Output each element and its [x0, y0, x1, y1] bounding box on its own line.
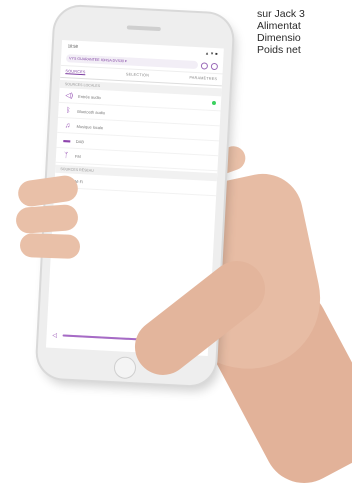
- radio-icon: ▬: [63, 136, 71, 145]
- settings-icon[interactable]: [210, 62, 219, 70]
- music-note-icon: ♫: [64, 121, 71, 130]
- volume-icon: ◁: [52, 332, 58, 339]
- source-label: Wi-Fi: [73, 178, 84, 184]
- antenna-icon: ᛉ: [63, 151, 69, 159]
- status-icons: ▲ ▼ ■: [204, 50, 218, 57]
- spec-line: Dimensio: [257, 32, 301, 44]
- source-label: DAB: [75, 138, 85, 144]
- source-label: Bluetooth audio: [77, 108, 106, 115]
- home-button: [113, 356, 137, 380]
- tab-selection[interactable]: SELECTION: [126, 72, 150, 78]
- finger-left-2: [15, 203, 79, 235]
- spec-line: Alimentat: [257, 20, 301, 32]
- active-indicator: [211, 100, 217, 106]
- power-icon[interactable]: [200, 61, 209, 70]
- spec-line: Poids net: [257, 44, 301, 56]
- source-label: FM: [74, 153, 81, 159]
- bluetooth-icon: ᛒ: [66, 106, 71, 115]
- speaker-icon: ◁): [65, 91, 74, 100]
- finger-left-3: [19, 232, 81, 260]
- tab-sources[interactable]: SOURCES: [65, 69, 86, 76]
- tab-parameters[interactable]: PARAMÈTRES: [189, 76, 217, 82]
- status-time: 10:58: [67, 43, 78, 49]
- source-label: Entrée audio: [78, 93, 101, 100]
- source-label: Musique locale: [76, 123, 104, 130]
- phone-speaker: [126, 25, 161, 32]
- spec-line: sur Jack 3: [257, 8, 305, 20]
- product-spec-text: sur Jack 3 Alimentat Dimensio Poids net: [257, 8, 352, 56]
